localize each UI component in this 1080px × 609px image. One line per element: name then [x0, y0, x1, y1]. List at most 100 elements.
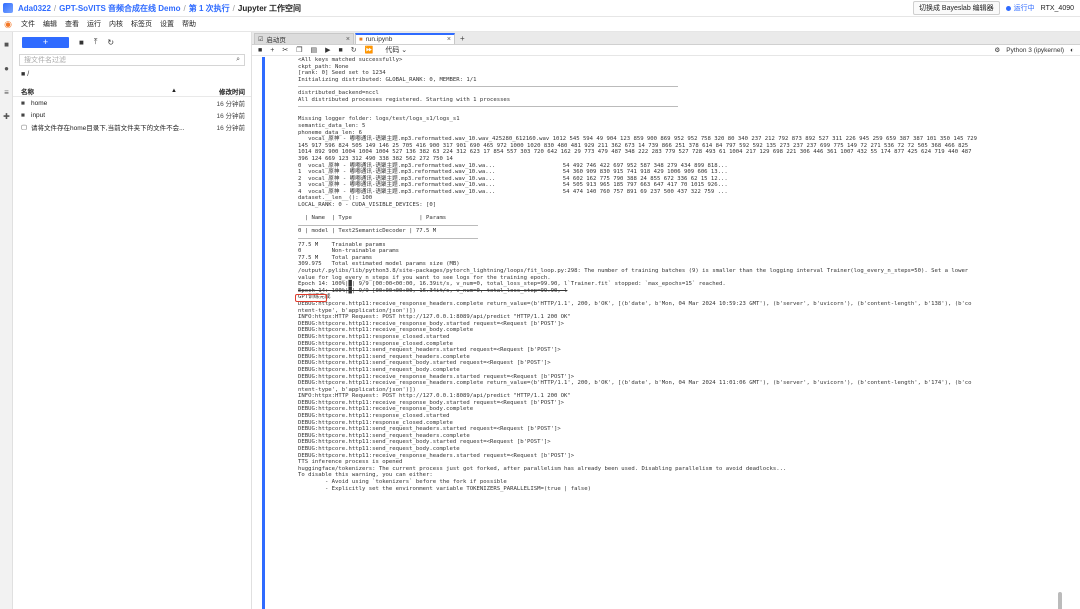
gear-icon: ⚙	[994, 47, 1001, 54]
kernel-status[interactable]: ⚙ Python 3 (ipykernel) ◐	[994, 46, 1074, 55]
menu-run[interactable]: 运行	[87, 19, 101, 29]
filter-placeholder: 搜文件名过滤	[24, 57, 66, 64]
running-icon[interactable]: ●	[0, 56, 13, 80]
activity-rail: ■ ● ≡ ✚	[0, 32, 13, 609]
output-line: DEBUG:httpcore.http11:receive_response_b…	[298, 320, 565, 327]
file-row-input[interactable]: ■ input 16 分钟前	[13, 109, 251, 121]
file-icon: ▢	[21, 124, 28, 131]
add-cell-icon[interactable]: +	[270, 47, 274, 54]
new-folder-icon[interactable]: ■	[79, 38, 84, 47]
output-line: DEBUG:httpcore.http11:send_request_body.…	[298, 439, 551, 446]
output-line: Missing logger folder: logs/test/logs_s1…	[298, 116, 460, 123]
tab-run-ipynb[interactable]: ■ run.ipynb ×	[355, 33, 455, 44]
menu-bar: ◉ 文件 编辑 查看 运行 内核 标签页 设置 帮助	[0, 17, 1080, 32]
file-browser: + ■ ⤒ ↻ 搜文件名过滤 ⌕ ■ / 名称 ▲ 修改时间 ■ home 16…	[13, 32, 252, 609]
output-line: DEBUG:httpcore.http11:response_closed.st…	[298, 333, 450, 340]
output-line: - Avoid using `tokenizers` before the fo…	[298, 479, 507, 485]
output-line: DEBUG:httpcore.http11:receive_response_h…	[298, 373, 575, 380]
new-launcher-button[interactable]: +	[22, 36, 69, 48]
output-line: 3 vocal_原神 - 嘟嘟通讯-语聚主题.mp3.reformatted.w…	[298, 182, 728, 189]
output-line: DEBUG:httpcore.http11:response_closed.st…	[298, 413, 450, 420]
close-icon[interactable]: ×	[447, 36, 451, 43]
file-name: input	[31, 111, 46, 119]
filter-input[interactable]: 搜文件名过滤 ⌕	[19, 54, 245, 66]
fast-forward-icon[interactable]: ⏩	[365, 46, 374, 54]
output-separator	[298, 235, 478, 242]
output-line: ckpt_path: None	[298, 63, 349, 70]
breadcrumb-run[interactable]: 第 1 次执行	[189, 4, 230, 13]
output-line: DEBUG:httpcore.http11:receive_response_h…	[298, 380, 972, 387]
output-line: LOCAL_RANK: 0 - CUDA_VISIBLE_DEVICES: [0…	[298, 202, 437, 209]
notebook-toolbar: ■ + ✂ ❐ ▤ ▶ ■ ↻ ⏩ 代码 ⌄ ⚙ Python 3 (ipyke…	[252, 45, 1080, 56]
menu-settings[interactable]: 设置	[160, 19, 174, 29]
upload-icon[interactable]: ⤒	[94, 37, 98, 47]
output-line: 145 917 596 824 505 149 146 25 705 416 9…	[298, 142, 969, 149]
output-separator	[298, 103, 1064, 110]
tab-label: run.ipynb	[365, 36, 393, 43]
output-line: TTS inference process is opened	[298, 459, 403, 466]
menu-view[interactable]: 查看	[65, 19, 79, 29]
folder-icon[interactable]: ■	[0, 32, 13, 56]
gpu-label: RTX_4090	[1040, 4, 1074, 12]
file-row-notice[interactable]: ▢ 请将文件存在home目录下,当前文件夹下的文件不会... 16 分钟前	[13, 121, 251, 133]
run-status: 运行中	[1005, 3, 1035, 13]
kernel-idle-icon: ◐	[1070, 46, 1074, 54]
sort-up-icon[interactable]: ▲	[171, 88, 201, 94]
output-line: DEBUG:httpcore.http11:send_request_body.…	[298, 446, 460, 453]
output-line: DEBUG:httpcore.http11:receive_response_b…	[298, 327, 474, 334]
notebook-icon: ■	[359, 36, 363, 43]
breadcrumb-user[interactable]: Ada0322	[18, 4, 51, 13]
output-line: DEBUG:httpcore.http11:send_request_heade…	[298, 426, 561, 433]
copy-icon[interactable]: ❐	[296, 46, 302, 54]
close-icon[interactable]: ×	[346, 36, 350, 43]
output-line: 309.975 Total estimated model params siz…	[298, 261, 460, 268]
output-line: DEBUG:httpcore.http11:receive_response_h…	[298, 300, 972, 307]
breadcrumb: Ada0322/GPT-SoVITS 音频合成在线 Demo / 第 1 次执行 / J…	[18, 3, 301, 13]
output-line: Epoch 14: 100%|█| 9/9 [00:00<00:00, 16.3…	[298, 281, 726, 288]
save-icon[interactable]: ■	[258, 47, 262, 54]
scrollbar[interactable]	[1058, 592, 1062, 609]
breadcrumb-project[interactable]: GPT-SoVITS 音频合成在线 Demo	[59, 4, 180, 13]
col-modified[interactable]: 修改时间	[219, 86, 245, 96]
output-line: DEBUG:httpcore.http11:response_closed.co…	[298, 419, 453, 426]
stop-icon[interactable]: ■	[339, 47, 343, 54]
add-tab-icon[interactable]: +	[456, 33, 469, 44]
output-line: 1 vocal_原神 - 嘟嘟通讯-语聚主题.mp3.reformatted.w…	[298, 169, 728, 176]
output-line: All distributed processes registered. St…	[298, 96, 511, 103]
output-line: - Explicitly set the environment variabl…	[298, 485, 591, 492]
extension-icon[interactable]: ✚	[0, 104, 13, 128]
file-modified: 16 分钟前	[216, 113, 245, 120]
cut-icon[interactable]: ✂	[282, 46, 288, 54]
active-cell-indicator[interactable]	[262, 57, 265, 609]
paste-icon[interactable]: ▤	[310, 46, 317, 54]
col-name[interactable]: 名称	[21, 86, 171, 96]
tab-launcher[interactable]: ☑ 启动页 ×	[254, 33, 354, 44]
menu-kernel[interactable]: 内核	[109, 19, 123, 29]
file-modified: 16 分钟前	[216, 101, 245, 108]
switch-editor-button[interactable]: 切换成 Bayeslab 编辑器	[912, 1, 1000, 15]
output-line: INFO:httpx:HTTP Request: POST http://127…	[298, 314, 571, 321]
refresh-icon[interactable]: ↻	[107, 38, 114, 47]
commands-icon[interactable]: ≡	[0, 80, 13, 104]
app-logo-icon	[3, 3, 13, 13]
output-line: DEBUG:httpcore.http11:send_request_heade…	[298, 347, 561, 354]
output-line: DEBUG:httpcore.http11:receive_response_b…	[298, 406, 474, 413]
menu-edit[interactable]: 编辑	[43, 19, 57, 29]
output-line: 4 vocal_原神 - 嘟嘟通讯-语聚主题.mp3.reformatted.w…	[298, 188, 728, 195]
menu-file[interactable]: 文件	[21, 19, 35, 29]
output-line: Epoch 14: 100%|█| 9/9 [00:00<00:00, 16.3…	[298, 287, 568, 294]
cell-type-select[interactable]: 代码 ⌄	[385, 45, 407, 55]
output-line: DEBUG:httpcore.http11:send_request_body.…	[298, 366, 460, 373]
file-path[interactable]: ■ /	[21, 71, 251, 81]
menu-tabs[interactable]: 标签页	[131, 19, 152, 29]
restart-icon[interactable]: ↻	[351, 46, 357, 54]
run-icon[interactable]: ▶	[325, 46, 330, 54]
output-line: 0 Non-trainable params	[298, 248, 400, 255]
output-line: [rank: 0] Seed set to 1234	[298, 70, 386, 77]
output-line: dataset.__len__(): 100	[298, 195, 373, 202]
file-row-home[interactable]: ■ home 16 分钟前	[13, 97, 251, 109]
menu-help[interactable]: 帮助	[182, 19, 196, 29]
output-line: semantic_data_len: 5	[298, 122, 366, 129]
output-separator	[298, 83, 1064, 90]
